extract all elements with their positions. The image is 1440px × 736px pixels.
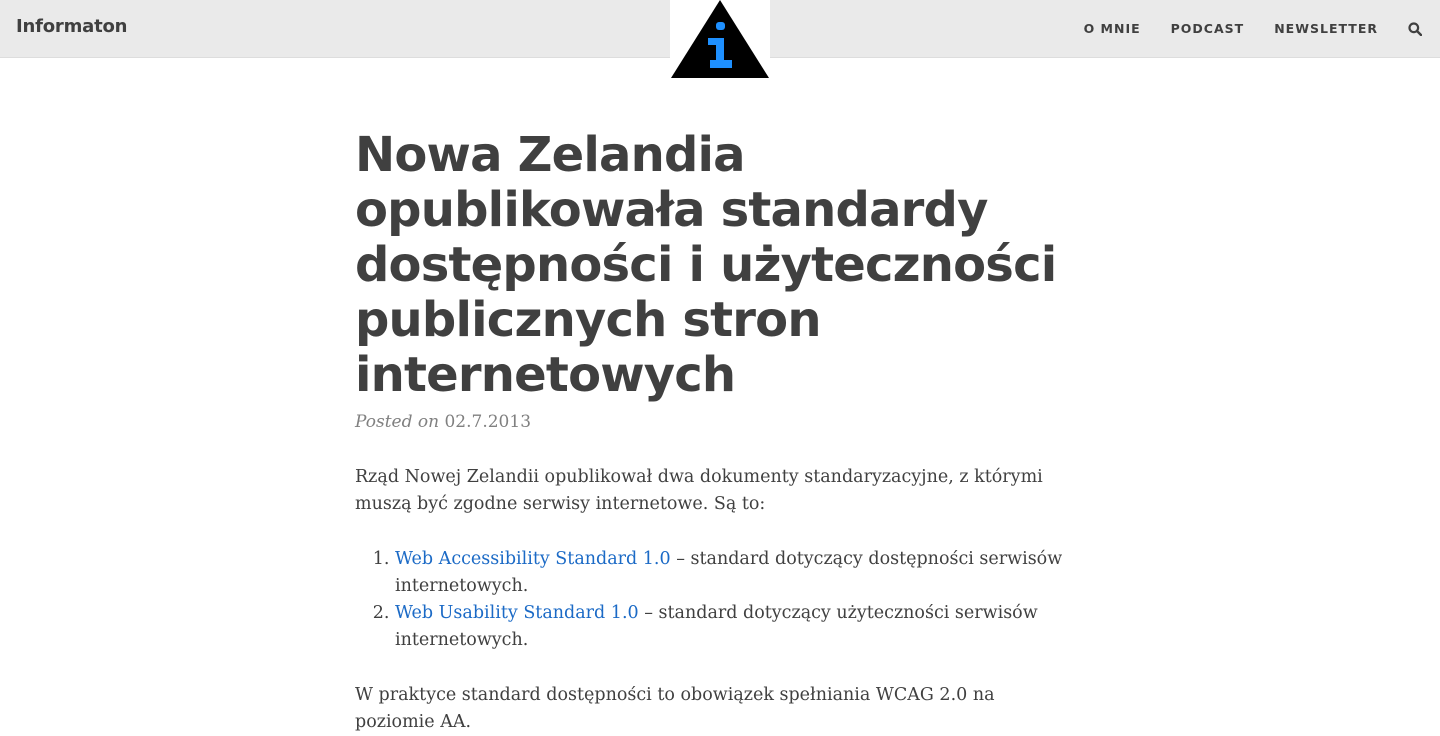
main-nav: O MNIE PODCAST NEWSLETTER: [1054, 0, 1424, 57]
web-accessibility-standard-link[interactable]: Web Accessibility Standard 1.0: [395, 549, 671, 569]
list-item: Web Accessibility Standard 1.0 – standar…: [395, 546, 1070, 600]
info-triangle-icon: [671, 0, 769, 78]
site-logo[interactable]: [670, 0, 770, 80]
post-meta: Posted on 02.7.2013: [355, 412, 1085, 432]
standards-list: Web Accessibility Standard 1.0 – standar…: [355, 546, 1070, 654]
list-item: Web Usability Standard 1.0 – standard do…: [395, 600, 1070, 654]
nav-link-podcast[interactable]: PODCAST: [1171, 21, 1245, 36]
posted-on-label: Posted on: [355, 412, 440, 432]
intro-paragraph: Rząd Nowej Zelandii opublikował dwa doku…: [355, 467, 1043, 514]
brand-link[interactable]: Informaton: [16, 16, 127, 37]
post-title: Nowa Zelandia opublikowała standardy dos…: [355, 127, 1057, 403]
second-paragraph: W praktyce standard dostępności to obowi…: [355, 685, 995, 732]
nav-link-newsletter[interactable]: NEWSLETTER: [1274, 21, 1378, 36]
nav-link-o-mnie[interactable]: O MNIE: [1084, 21, 1141, 36]
post-date: 02.7.2013: [444, 412, 532, 432]
search-icon: [1408, 21, 1423, 36]
web-usability-standard-link[interactable]: Web Usability Standard 1.0: [395, 603, 639, 623]
post-content: Rząd Nowej Zelandii opublikował dwa doku…: [355, 464, 1085, 736]
search-button[interactable]: [1408, 21, 1424, 37]
post-article: Nowa Zelandia opublikowała standardy dos…: [355, 128, 1085, 736]
top-navbar: Informaton O MNIE PODCAST NEWSLETTER: [0, 0, 1440, 80]
